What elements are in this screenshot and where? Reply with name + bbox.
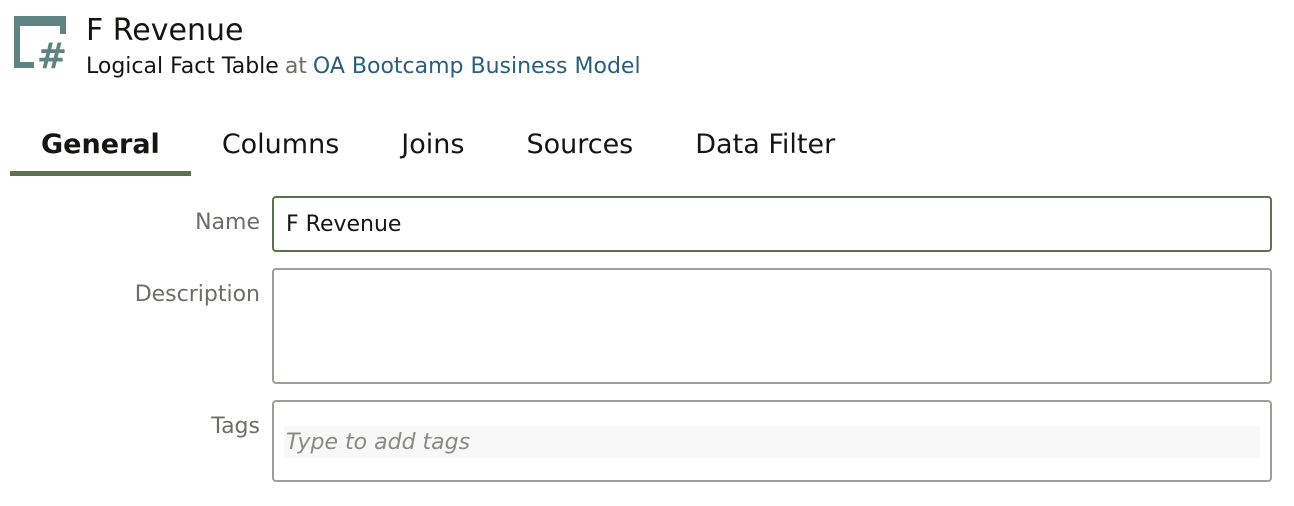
tab-columns[interactable]: Columns: [191, 118, 370, 176]
tags-input[interactable]: [284, 426, 1260, 458]
logical-fact-table-icon: #: [14, 16, 67, 76]
tags-field-container: [272, 400, 1272, 482]
description-field-container: [272, 268, 1272, 384]
at-word: at: [284, 54, 307, 79]
tab-general[interactable]: General: [10, 118, 191, 176]
tags-label: Tags: [211, 414, 260, 439]
tags-input-area: [284, 426, 1260, 458]
object-subtitle: Logical Fact Table at OA Bootcamp Business…: [86, 52, 641, 82]
page-title: F Revenue: [86, 13, 244, 48]
svg-text:#: #: [37, 36, 67, 76]
tab-data-filter[interactable]: Data Filter: [664, 118, 866, 176]
tab-joins[interactable]: Joins: [370, 118, 495, 176]
tab-bar: General Columns Joins Sources Data Filte…: [10, 118, 910, 176]
name-field-container: [272, 196, 1272, 252]
page-header: # F Revenue Logical Fact Table at OA Bootc…: [14, 10, 1214, 90]
description-input[interactable]: [274, 270, 1270, 382]
object-type: Logical Fact Table: [86, 54, 279, 79]
name-label: Name: [195, 210, 260, 235]
tab-sources[interactable]: Sources: [495, 118, 664, 176]
name-input[interactable]: [274, 198, 1270, 250]
description-label: Description: [134, 282, 260, 307]
business-model-link[interactable]: OA Bootcamp Business Model: [313, 54, 641, 79]
